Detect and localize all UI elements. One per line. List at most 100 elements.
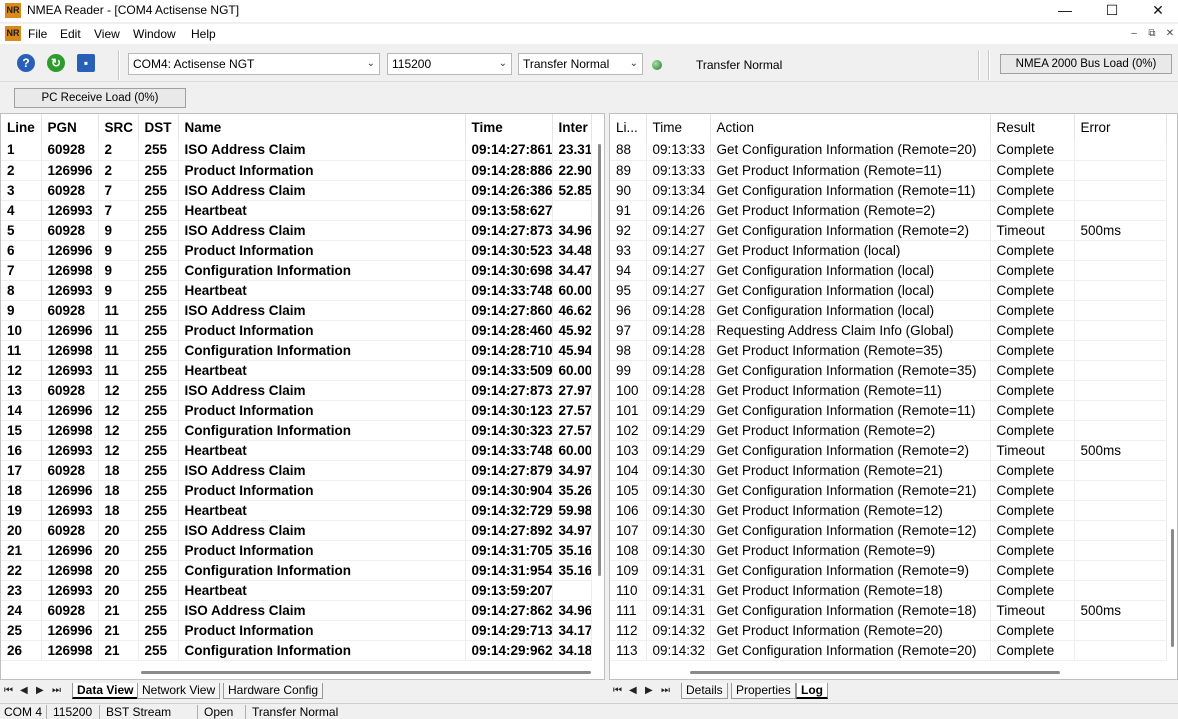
table-row[interactable]: 4 126993 7 255 Heartbeat 09:13:58:627 [1,200,592,221]
table-row[interactable]: 108 09:14:30 Get Product Information (Remo… [610,540,1167,561]
table-row[interactable]: 95 09:14:27 Get Configuration Information … [610,280,1167,301]
table-row[interactable]: 21 126996 20 255 Product Information 09:14:31… [1,540,592,561]
minimize-button[interactable]: — [1042,0,1088,22]
menu-file[interactable]: File [28,27,47,41]
table-row[interactable]: 11 126998 11 255 Configuration Information 09… [1,340,592,361]
column-header-line[interactable]: Line [1,114,42,140]
tab-log[interactable]: Log [796,683,828,699]
table-row[interactable]: 104 09:14:30 Get Product Information (Remo… [610,460,1167,481]
save-icon[interactable]: ▪ [77,54,95,72]
column-header-time[interactable]: Time [646,114,711,140]
table-row[interactable]: 97 09:14:28 Requesting Address Claim Info … [610,320,1167,341]
table-row[interactable]: 6 126996 9 255 Product Information 09:14:30:5… [1,240,592,261]
tab-properties[interactable]: Properties [731,683,796,699]
table-row[interactable]: 107 09:14:30 Get Configuration Information… [610,520,1167,541]
table-row[interactable]: 18 126996 18 255 Product Information 09:14:30… [1,480,592,501]
tab-details[interactable]: Details [681,683,728,699]
horizontal-scrollbar[interactable] [690,671,1060,674]
prev-page-icon[interactable]: ◀ [629,685,637,696]
table-row[interactable]: 111 09:14:31 Get Configuration Information… [610,600,1167,621]
table-row[interactable]: 109 09:14:31 Get Configuration Information… [610,560,1167,581]
table-row[interactable]: 5 60928 9 255 ISO Address Claim 09:14:27:873 3… [1,220,592,241]
document-icon[interactable]: NR [5,26,21,41]
table-row[interactable]: 98 09:14:28 Get Product Information (Remot… [610,340,1167,361]
tab-data-view[interactable]: Data View [72,683,139,699]
transfer-select[interactable]: Transfer Normal ⌄ [518,53,643,75]
maximize-button[interactable]: ☐ [1089,0,1135,22]
table-row[interactable]: 25 126996 21 255 Product Information 09:14:29… [1,620,592,641]
table-row[interactable]: 14 126996 12 255 Product Information 09:14:30… [1,400,592,421]
table-row[interactable]: 15 126998 12 255 Configuration Information 09… [1,420,592,441]
menu-window[interactable]: Window [133,27,176,41]
table-row[interactable]: 17 60928 18 255 ISO Address Claim 09:14:27:87… [1,460,592,481]
last-page-icon[interactable]: ⏭ [52,685,61,696]
horizontal-scrollbar[interactable] [141,671,591,674]
table-row[interactable]: 90 09:13:34 Get Configuration Information … [610,180,1167,201]
table-row[interactable]: 103 09:14:29 Get Configuration Information… [610,440,1167,461]
table-row[interactable]: 19 126993 18 255 Heartbeat 09:14:32:729 59.98 [1,500,592,521]
table-row[interactable]: 20 60928 20 255 ISO Address Claim 09:14:27:89… [1,520,592,541]
table-row[interactable]: 112 09:14:32 Get Product Information (Remo… [610,620,1167,641]
first-page-icon[interactable]: ⏮ [613,685,622,696]
column-header-interval[interactable]: Inter [552,114,592,140]
table-row[interactable]: 13 60928 12 255 ISO Address Claim 09:14:27:87… [1,380,592,401]
help-icon[interactable]: ? [17,54,35,72]
table-row[interactable]: 110 09:14:31 Get Product Information (Remo… [610,580,1167,601]
column-header-action[interactable]: Action [710,114,991,140]
table-row[interactable]: 94 09:14:27 Get Configuration Information … [610,260,1167,281]
port-select[interactable]: COM4: Actisense NGT ⌄ [128,53,380,75]
table-row[interactable]: 102 09:14:29 Get Product Information (Remo… [610,420,1167,441]
table-row[interactable]: 2 126996 2 255 Product Information 09:14:28:8… [1,160,592,181]
mdi-minimize-button[interactable]: – [1125,27,1143,42]
menu-edit[interactable]: Edit [60,27,81,41]
next-page-icon[interactable]: ▶ [645,685,653,696]
baud-select[interactable]: 115200 ⌄ [387,53,512,75]
column-header-line[interactable]: Li... [610,114,647,140]
table-row[interactable]: 23 126993 20 255 Heartbeat 09:13:59:207 [1,580,592,601]
table-row[interactable]: 89 09:13:33 Get Product Information (Remot… [610,160,1167,181]
last-page-icon[interactable]: ⏭ [661,685,670,696]
table-row[interactable]: 16 126993 12 255 Heartbeat 09:14:33:748 60.00 [1,440,592,461]
close-button[interactable]: ✕ [1135,0,1178,22]
tab-hardware-config[interactable]: Hardware Config [223,683,324,699]
column-header-src[interactable]: SRC [98,114,139,140]
column-header-name[interactable]: Name [178,114,466,140]
prev-page-icon[interactable]: ◀ [20,685,28,696]
table-row[interactable]: 99 09:14:28 Get Configuration Information … [610,360,1167,381]
vertical-scrollbar[interactable] [595,114,604,679]
table-row[interactable]: 9 60928 11 255 ISO Address Claim 09:14:27:860… [1,300,592,321]
column-header-dst[interactable]: DST [138,114,179,140]
column-header-error[interactable]: Error [1074,114,1167,140]
table-row[interactable]: 7 126998 9 255 Configuration Information 09:1… [1,260,592,281]
table-row[interactable]: 91 09:14:26 Get Product Information (Remot… [610,200,1167,221]
table-row[interactable]: 3 60928 7 255 ISO Address Claim 09:14:26:386 5… [1,180,592,201]
table-row[interactable]: 92 09:14:27 Get Configuration Information … [610,220,1167,241]
scrollbar-thumb[interactable] [598,144,601,576]
table-row[interactable]: 106 09:14:30 Get Product Information (Remo… [610,500,1167,521]
column-header-pgn[interactable]: PGN [41,114,99,140]
table-row[interactable]: 113 09:14:32 Get Configuration Information… [610,640,1167,661]
table-row[interactable]: 22 126998 20 255 Configuration Information 09… [1,560,592,581]
column-header-time[interactable]: Time [465,114,553,140]
table-row[interactable]: 26 126998 21 255 Configuration Information 09… [1,640,592,661]
table-row[interactable]: 96 09:14:28 Get Configuration Information … [610,300,1167,321]
menu-view[interactable]: View [94,27,120,41]
table-row[interactable]: 88 09:13:33 Get Configuration Information … [610,140,1167,161]
first-page-icon[interactable]: ⏮ [4,685,13,696]
table-row[interactable]: 10 126996 11 255 Product Information 09:14:28… [1,320,592,341]
next-page-icon[interactable]: ▶ [36,685,44,696]
column-header-result[interactable]: Result [990,114,1075,140]
table-row[interactable]: 105 09:14:30 Get Configuration Information… [610,480,1167,501]
table-row[interactable]: 24 60928 21 255 ISO Address Claim 09:14:27:86… [1,600,592,621]
table-row[interactable]: 100 09:14:28 Get Product Information (Remo… [610,380,1167,401]
scrollbar-thumb[interactable] [1171,529,1174,647]
table-row[interactable]: 101 09:14:29 Get Configuration Information… [610,400,1167,421]
vertical-scrollbar[interactable] [1168,114,1177,679]
table-row[interactable]: 8 126993 9 255 Heartbeat 09:14:33:748 60.00 [1,280,592,301]
mdi-close-button[interactable]: ✕ [1161,27,1178,42]
table-row[interactable]: 1 60928 2 255 ISO Address Claim 09:14:27:861 2… [1,140,592,161]
tab-network-view[interactable]: Network View [137,683,221,699]
menu-help[interactable]: Help [191,27,216,41]
table-row[interactable]: 93 09:14:27 Get Product Information (local… [610,240,1167,261]
table-row[interactable]: 12 126993 11 255 Heartbeat 09:14:33:509 60.00 [1,360,592,381]
